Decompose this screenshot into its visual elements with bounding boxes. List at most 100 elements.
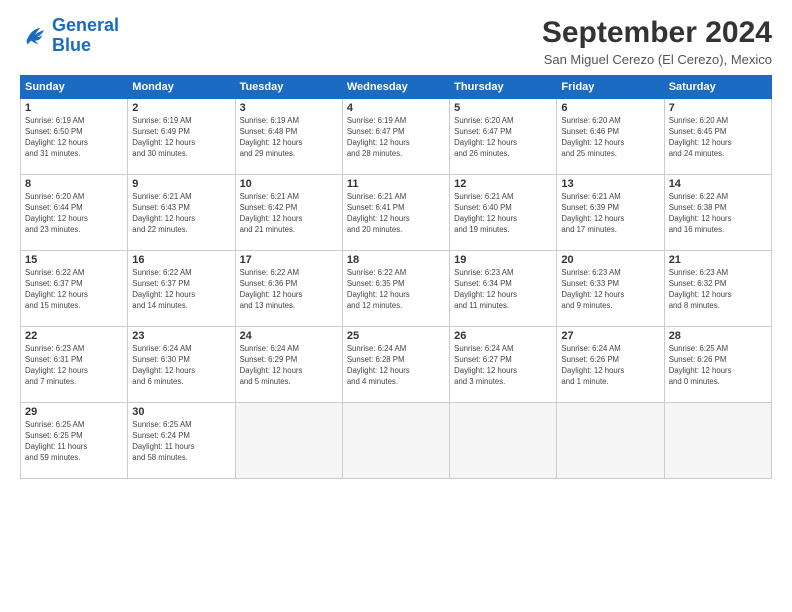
col-thursday: Thursday	[450, 76, 557, 99]
day-number: 25	[347, 330, 445, 342]
col-sunday: Sunday	[21, 76, 128, 99]
day-number: 20	[561, 254, 659, 266]
day-info: Sunrise: 6:20 AM Sunset: 6:45 PM Dayligh…	[669, 116, 767, 160]
day-info: Sunrise: 6:22 AM Sunset: 6:37 PM Dayligh…	[25, 268, 123, 312]
day-info: Sunrise: 6:19 AM Sunset: 6:47 PM Dayligh…	[347, 116, 445, 160]
list-item: 10Sunrise: 6:21 AM Sunset: 6:42 PM Dayli…	[235, 175, 342, 251]
day-info: Sunrise: 6:20 AM Sunset: 6:46 PM Dayligh…	[561, 116, 659, 160]
day-number: 8	[25, 178, 123, 190]
day-info: Sunrise: 6:19 AM Sunset: 6:48 PM Dayligh…	[240, 116, 338, 160]
day-info: Sunrise: 6:21 AM Sunset: 6:39 PM Dayligh…	[561, 192, 659, 236]
day-number: 3	[240, 102, 338, 114]
list-item: 9 Sunrise: 6:21 AM Sunset: 6:43 PM Daylig…	[128, 175, 235, 251]
month-title: September 2024	[542, 16, 772, 50]
list-item: 15 Sunrise: 6:22 AM Sunset: 6:37 PM Dayli…	[21, 251, 128, 327]
list-item: 28 Sunrise: 6:25 AM Sunset: 6:26 PM Dayli…	[664, 327, 771, 403]
day-number: 15	[25, 254, 123, 266]
day-info: Sunrise: 6:23 AM Sunset: 6:32 PM Dayligh…	[669, 268, 767, 312]
day-number: 28	[669, 330, 767, 342]
list-item: 13 Sunrise: 6:21 AM Sunset: 6:39 PM Dayli…	[557, 175, 664, 251]
calendar-page: General Blue September 2024 San Miguel C…	[0, 0, 792, 612]
day-info: Sunrise: 6:25 AM Sunset: 6:25 PM Dayligh…	[25, 420, 123, 464]
day-info: Sunrise: 6:21 AM Sunset: 6:40 PM Dayligh…	[454, 192, 552, 236]
day-info: Sunrise: 6:20 AM Sunset: 6:44 PM Dayligh…	[25, 192, 123, 236]
table-row: 22Sunrise: 6:23 AM Sunset: 6:31 PM Dayli…	[21, 327, 772, 403]
day-info: Sunrise: 6:22 AM Sunset: 6:36 PM Dayligh…	[240, 268, 338, 312]
header: General Blue September 2024 San Miguel C…	[20, 16, 772, 67]
list-item: 24Sunrise: 6:24 AM Sunset: 6:29 PM Dayli…	[235, 327, 342, 403]
list-item	[235, 403, 342, 479]
col-tuesday: Tuesday	[235, 76, 342, 99]
table-row: 1 Sunrise: 6:19 AM Sunset: 6:50 PM Daylig…	[21, 99, 772, 175]
day-number: 12	[454, 178, 552, 190]
list-item: 14Sunrise: 6:22 AM Sunset: 6:38 PM Dayli…	[664, 175, 771, 251]
logo-icon	[20, 22, 48, 50]
list-item: 26 Sunrise: 6:24 AM Sunset: 6:27 PM Dayli…	[450, 327, 557, 403]
list-item: 2 Sunrise: 6:19 AM Sunset: 6:49 PM Daylig…	[128, 99, 235, 175]
col-monday: Monday	[128, 76, 235, 99]
day-info: Sunrise: 6:20 AM Sunset: 6:47 PM Dayligh…	[454, 116, 552, 160]
list-item: 7 Sunrise: 6:20 AM Sunset: 6:45 PM Daylig…	[664, 99, 771, 175]
day-number: 9	[132, 178, 230, 190]
day-number: 29	[25, 406, 123, 418]
day-info: Sunrise: 6:23 AM Sunset: 6:33 PM Dayligh…	[561, 268, 659, 312]
day-info: Sunrise: 6:24 AM Sunset: 6:28 PM Dayligh…	[347, 344, 445, 388]
day-info: Sunrise: 6:23 AM Sunset: 6:31 PM Dayligh…	[25, 344, 123, 388]
day-number: 24	[240, 330, 338, 342]
table-row: 8 Sunrise: 6:20 AM Sunset: 6:44 PM Daylig…	[21, 175, 772, 251]
logo-text: General Blue	[52, 16, 119, 56]
day-info: Sunrise: 6:19 AM Sunset: 6:49 PM Dayligh…	[132, 116, 230, 160]
list-item: 17 Sunrise: 6:22 AM Sunset: 6:36 PM Dayli…	[235, 251, 342, 327]
day-number: 6	[561, 102, 659, 114]
logo: General Blue	[20, 16, 119, 56]
col-wednesday: Wednesday	[342, 76, 449, 99]
day-info: Sunrise: 6:24 AM Sunset: 6:26 PM Dayligh…	[561, 344, 659, 388]
day-info: Sunrise: 6:22 AM Sunset: 6:35 PM Dayligh…	[347, 268, 445, 312]
day-info: Sunrise: 6:25 AM Sunset: 6:26 PM Dayligh…	[669, 344, 767, 388]
day-number: 4	[347, 102, 445, 114]
list-item	[557, 403, 664, 479]
day-info: Sunrise: 6:22 AM Sunset: 6:37 PM Dayligh…	[132, 268, 230, 312]
title-block: September 2024 San Miguel Cerezo (El Cer…	[542, 16, 772, 67]
col-saturday: Saturday	[664, 76, 771, 99]
list-item: 27Sunrise: 6:24 AM Sunset: 6:26 PM Dayli…	[557, 327, 664, 403]
list-item: 4 Sunrise: 6:19 AM Sunset: 6:47 PM Daylig…	[342, 99, 449, 175]
day-number: 1	[25, 102, 123, 114]
header-row: Sunday Monday Tuesday Wednesday Thursday…	[21, 76, 772, 99]
day-number: 26	[454, 330, 552, 342]
list-item	[342, 403, 449, 479]
day-info: Sunrise: 6:19 AM Sunset: 6:50 PM Dayligh…	[25, 116, 123, 160]
day-number: 30	[132, 406, 230, 418]
day-info: Sunrise: 6:21 AM Sunset: 6:43 PM Dayligh…	[132, 192, 230, 236]
day-info: Sunrise: 6:24 AM Sunset: 6:27 PM Dayligh…	[454, 344, 552, 388]
list-item: 18 Sunrise: 6:22 AM Sunset: 6:35 PM Dayli…	[342, 251, 449, 327]
list-item: 1 Sunrise: 6:19 AM Sunset: 6:50 PM Daylig…	[21, 99, 128, 175]
list-item: 6 Sunrise: 6:20 AM Sunset: 6:46 PM Daylig…	[557, 99, 664, 175]
day-info: Sunrise: 6:23 AM Sunset: 6:34 PM Dayligh…	[454, 268, 552, 312]
list-item: 12 Sunrise: 6:21 AM Sunset: 6:40 PM Dayli…	[450, 175, 557, 251]
day-info: Sunrise: 6:21 AM Sunset: 6:41 PM Dayligh…	[347, 192, 445, 236]
list-item: 25 Sunrise: 6:24 AM Sunset: 6:28 PM Dayli…	[342, 327, 449, 403]
day-number: 23	[132, 330, 230, 342]
day-number: 17	[240, 254, 338, 266]
list-item: 16Sunrise: 6:22 AM Sunset: 6:37 PM Dayli…	[128, 251, 235, 327]
day-number: 18	[347, 254, 445, 266]
day-info: Sunrise: 6:25 AM Sunset: 6:24 PM Dayligh…	[132, 420, 230, 464]
day-number: 21	[669, 254, 767, 266]
list-item: 21 Sunrise: 6:23 AM Sunset: 6:32 PM Dayli…	[664, 251, 771, 327]
day-info: Sunrise: 6:21 AM Sunset: 6:42 PM Dayligh…	[240, 192, 338, 236]
day-info: Sunrise: 6:22 AM Sunset: 6:38 PM Dayligh…	[669, 192, 767, 236]
list-item	[664, 403, 771, 479]
day-number: 2	[132, 102, 230, 114]
list-item: 22Sunrise: 6:23 AM Sunset: 6:31 PM Dayli…	[21, 327, 128, 403]
day-number: 19	[454, 254, 552, 266]
list-item: 20 Sunrise: 6:23 AM Sunset: 6:33 PM Dayli…	[557, 251, 664, 327]
list-item: 11Sunrise: 6:21 AM Sunset: 6:41 PM Dayli…	[342, 175, 449, 251]
day-number: 7	[669, 102, 767, 114]
day-number: 13	[561, 178, 659, 190]
location-title: San Miguel Cerezo (El Cerezo), Mexico	[542, 52, 772, 67]
list-item: 19 Sunrise: 6:23 AM Sunset: 6:34 PM Dayli…	[450, 251, 557, 327]
table-row: 29 Sunrise: 6:25 AM Sunset: 6:25 PM Dayli…	[21, 403, 772, 479]
calendar-table: Sunday Monday Tuesday Wednesday Thursday…	[20, 75, 772, 479]
list-item	[450, 403, 557, 479]
